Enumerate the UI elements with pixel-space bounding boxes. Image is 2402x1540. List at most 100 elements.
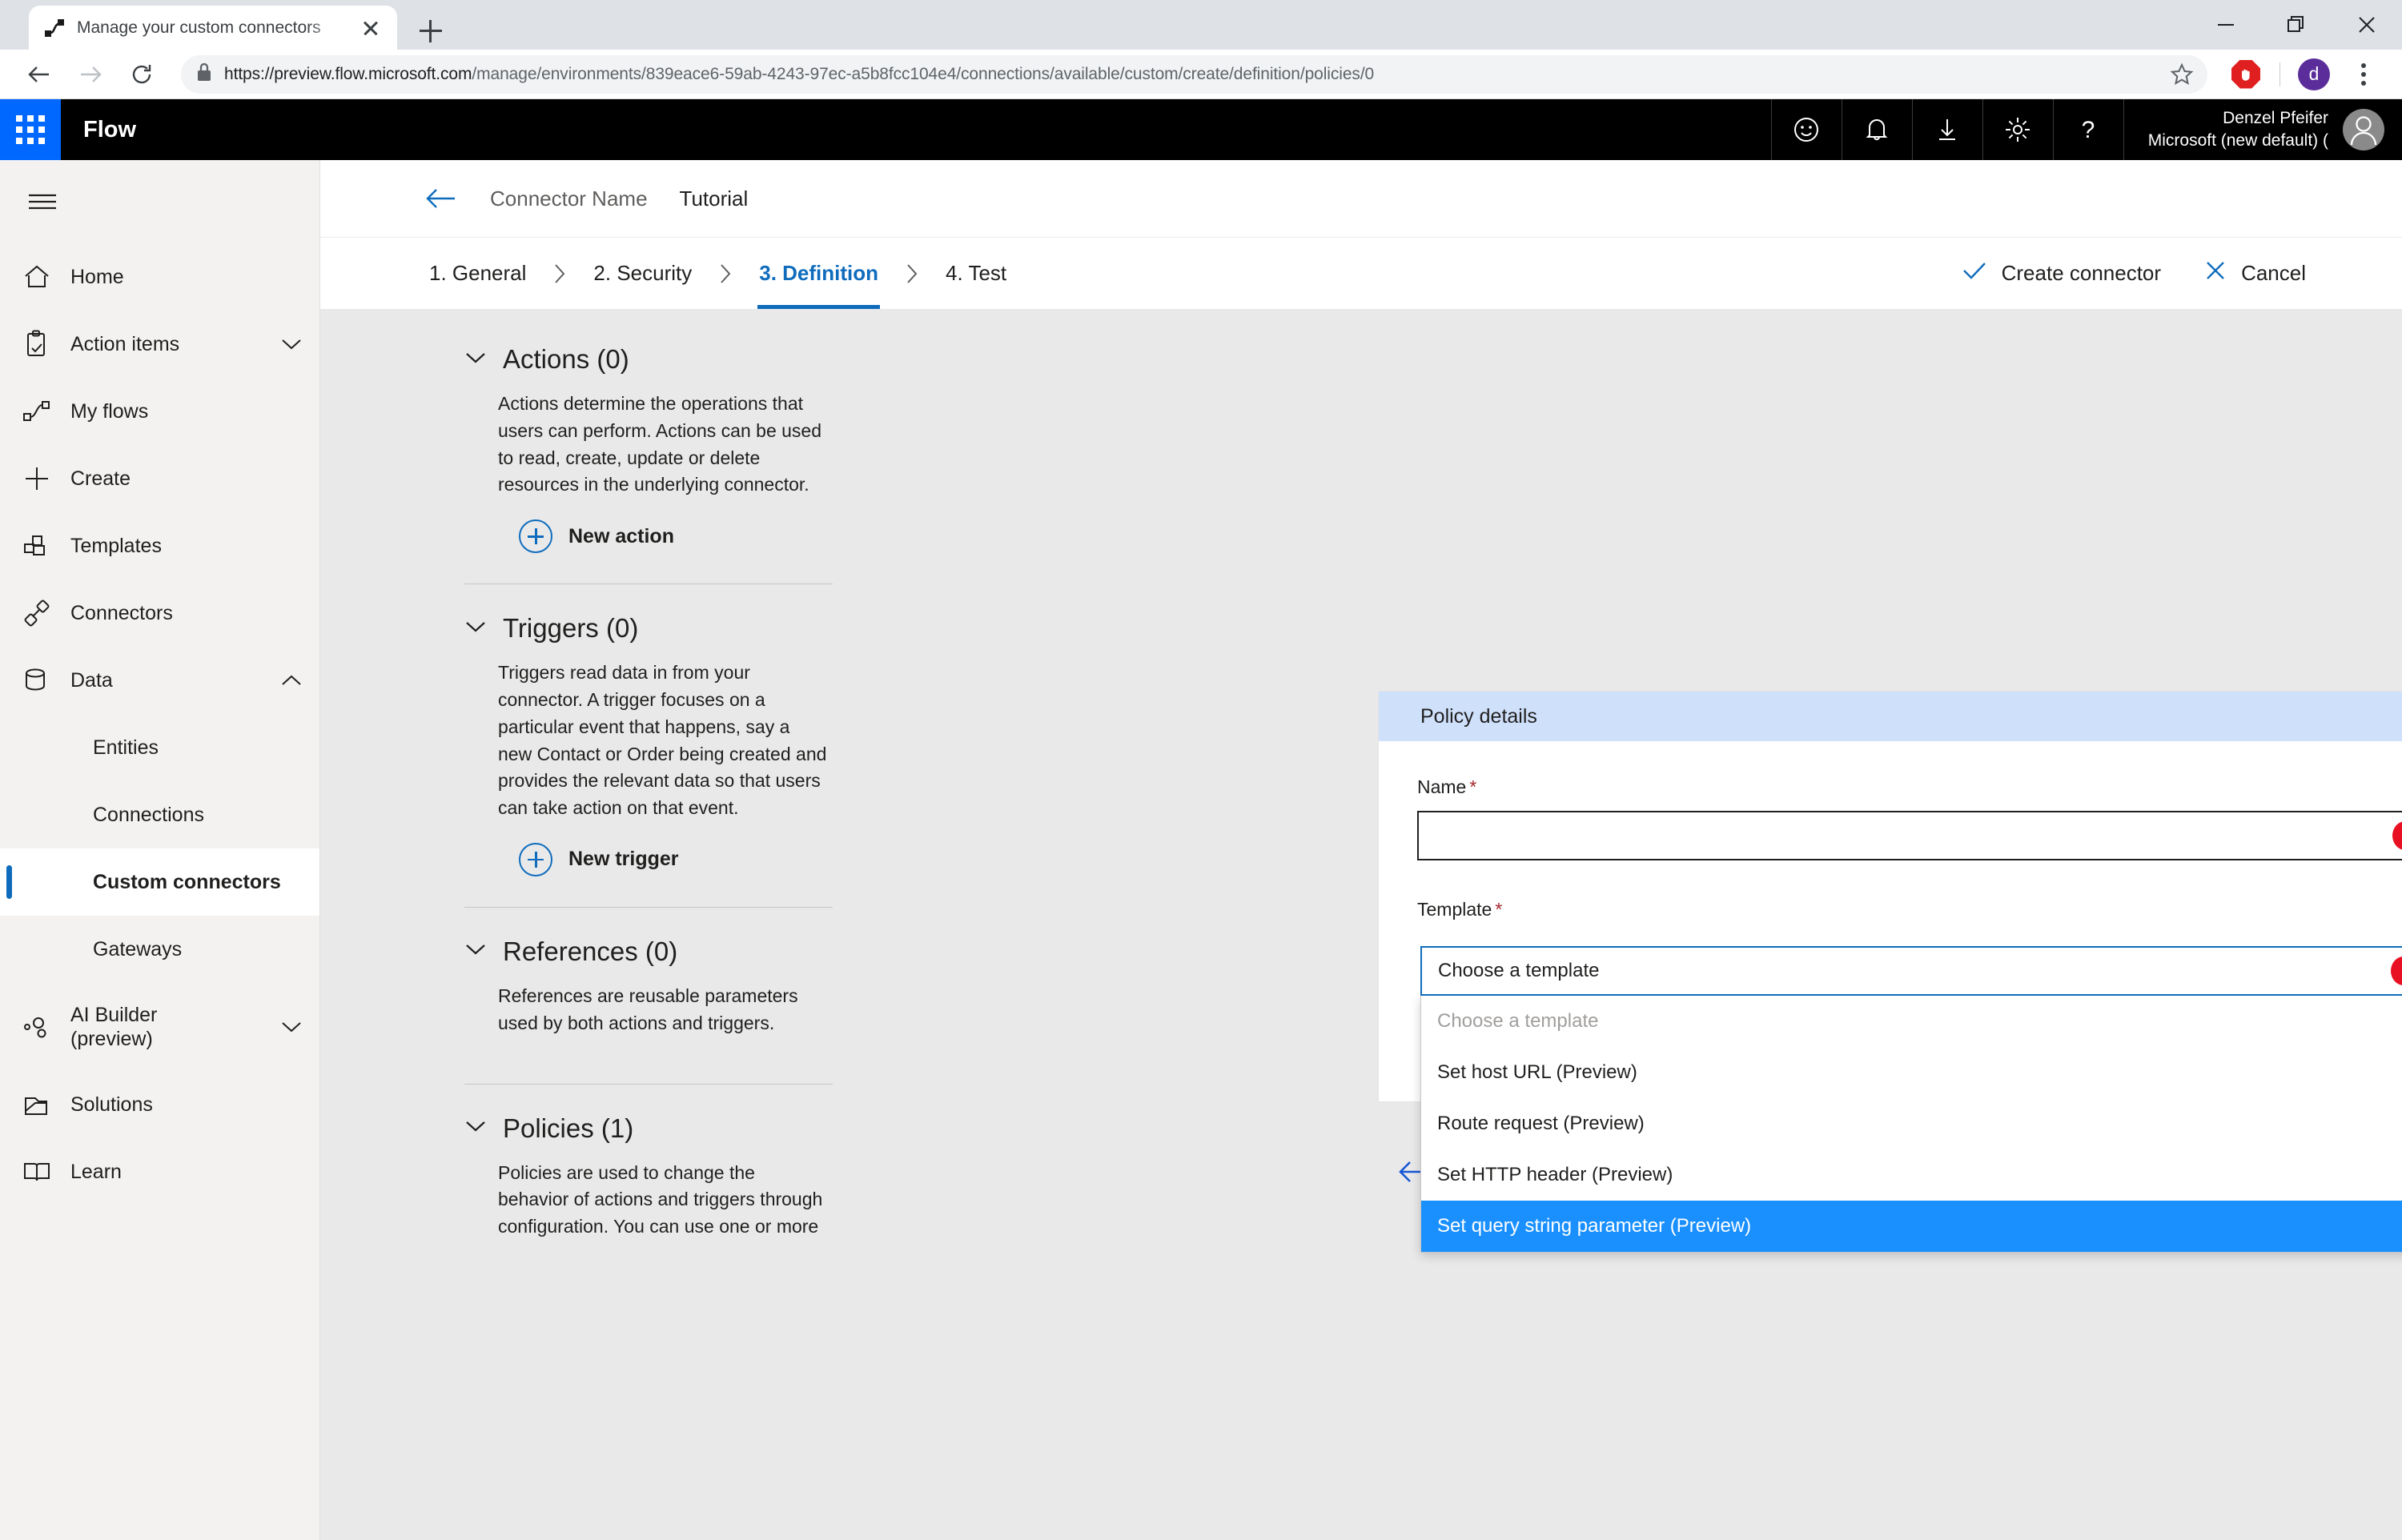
chevron-down-icon[interactable]	[281, 1016, 302, 1039]
section-policies: Policies (1) Policies are used to change…	[464, 1085, 833, 1241]
chevron-down-icon[interactable]	[281, 333, 302, 356]
tab-security[interactable]: 2. Security	[588, 238, 697, 310]
sidebar-item-solutions[interactable]: Solutions	[0, 1071, 319, 1138]
cancel-button[interactable]: Cancel	[2204, 259, 2306, 287]
section-actions-header[interactable]: Actions (0)	[464, 344, 833, 375]
checkmark-icon	[1962, 260, 1987, 287]
settings-gear-icon[interactable]	[1982, 99, 2053, 160]
template-option-set-query-string-parameter[interactable]: Set query string parameter (Preview)	[1421, 1201, 2402, 1252]
sidebar-item-learn[interactable]: Learn	[0, 1138, 319, 1205]
sidebar-item-create[interactable]: Create	[0, 445, 319, 512]
error-exclamation-icon: !	[2391, 956, 2402, 985]
chevron-down-icon[interactable]	[464, 1119, 487, 1137]
arrow-right-icon[interactable]	[69, 53, 112, 96]
adblock-hand-icon[interactable]	[2225, 54, 2267, 95]
address-bar[interactable]: https://preview.flow.microsoft.com/manag…	[181, 54, 2207, 94]
chevron-down-icon[interactable]	[464, 351, 487, 369]
chevron-down-icon[interactable]	[464, 942, 487, 960]
user-avatar-icon[interactable]	[2343, 109, 2384, 150]
download-icon[interactable]	[1911, 99, 1982, 160]
sidebar-item-label: Solutions	[70, 1093, 153, 1116]
breadcrumb-connector-name[interactable]: Connector Name	[490, 186, 648, 211]
close-x-icon	[2204, 259, 2227, 287]
svg-text:?: ?	[2082, 117, 2095, 143]
template-option-set-host-url[interactable]: Set host URL (Preview)	[1421, 1047, 2402, 1098]
wizard-commands: Create connector Cancel	[1962, 259, 2306, 287]
help-question-icon[interactable]: ?	[2052, 99, 2123, 160]
section-title: Actions (0)	[503, 344, 629, 374]
chevron-right-icon	[883, 263, 941, 284]
sidebar-item-label: Data	[70, 668, 113, 692]
section-title: Triggers (0)	[503, 613, 639, 644]
cancel-label: Cancel	[2241, 261, 2306, 285]
sidebar-item-label: Connections	[93, 803, 204, 826]
brand-title[interactable]: Flow	[61, 99, 159, 160]
sidebar-item-gateways[interactable]: Gateways	[0, 916, 319, 983]
tab-general[interactable]: 1. General	[424, 238, 531, 310]
sidebar-item-data[interactable]: Data	[0, 647, 319, 714]
user-name: Denzel Pfeifer	[2223, 108, 2328, 127]
sidebar-item-custom-connectors[interactable]: Custom connectors	[0, 848, 319, 916]
app-launcher-waffle-icon[interactable]	[0, 99, 61, 160]
feedback-smiley-icon[interactable]	[1770, 99, 1842, 160]
sidebar-item-home[interactable]: Home	[0, 243, 319, 311]
bookmark-star-icon[interactable]	[2164, 57, 2199, 92]
profile-avatar-button[interactable]: d	[2293, 54, 2335, 95]
new-action-button[interactable]: New action	[464, 519, 833, 554]
hamburger-menu-icon[interactable]	[0, 160, 319, 243]
database-icon	[22, 667, 70, 694]
required-marker: *	[1469, 776, 1477, 797]
sidebar-item-ai-builder[interactable]: AI Builder (preview)	[0, 983, 319, 1071]
section-title: Policies (1)	[503, 1113, 634, 1143]
arrow-left-icon[interactable]	[18, 53, 61, 96]
breadcrumb: Connector Name Tutorial	[320, 160, 2402, 237]
home-icon	[22, 263, 70, 291]
tab-test[interactable]: 4. Test	[941, 238, 1011, 310]
sidebar-item-action-items[interactable]: Action items	[0, 311, 319, 378]
sidebar-item-templates[interactable]: Templates	[0, 512, 319, 580]
breadcrumb-page[interactable]: Tutorial	[680, 186, 749, 211]
reload-icon[interactable]	[120, 53, 163, 96]
section-triggers-header[interactable]: Triggers (0)	[464, 613, 833, 644]
chevron-up-icon[interactable]	[281, 669, 302, 692]
window-controls	[2191, 0, 2402, 50]
template-field-label: Template *	[1417, 899, 2402, 920]
sidebar-item-connectors[interactable]: Connectors	[0, 580, 319, 647]
lock-icon	[195, 62, 213, 86]
browser-tab[interactable]: Manage your custom connectors	[29, 6, 397, 50]
sidebar-item-label: Templates	[70, 534, 162, 557]
plus-icon[interactable]	[408, 11, 453, 50]
user-org: Microsoft (new default) (	[2147, 131, 2328, 150]
browser-tab-title: Manage your custom connectors	[77, 18, 321, 37]
template-option-placeholder[interactable]: Choose a template	[1421, 996, 2402, 1047]
new-trigger-button[interactable]: New trigger	[464, 842, 833, 876]
name-field-label: Name *	[1417, 776, 2402, 798]
sidebar-item-entities[interactable]: Entities	[0, 714, 319, 781]
profile-initial: d	[2298, 58, 2330, 90]
close-icon[interactable]	[359, 16, 383, 40]
section-policies-header[interactable]: Policies (1)	[464, 1113, 833, 1144]
definition-column: Actions (0) Actions determine the operat…	[464, 344, 833, 1540]
minimize-icon[interactable]	[2191, 0, 2261, 50]
template-select[interactable]: Choose a template !	[1420, 946, 2402, 996]
sidebar-item-connections[interactable]: Connections	[0, 781, 319, 848]
notifications-bell-icon[interactable]	[1841, 99, 1912, 160]
template-option-set-http-header[interactable]: Set HTTP header (Preview)	[1421, 1149, 2402, 1201]
restore-icon[interactable]	[2261, 0, 2332, 50]
kebab-menu-icon[interactable]	[2343, 54, 2384, 95]
sidebar-item-my-flows[interactable]: My flows	[0, 378, 319, 445]
window-close-icon[interactable]	[2332, 0, 2402, 50]
chevron-down-icon[interactable]	[464, 620, 487, 638]
templates-icon	[22, 533, 70, 559]
sidebar-item-label: Learn	[70, 1160, 122, 1183]
arrow-left-icon[interactable]	[424, 186, 458, 211]
section-references-header[interactable]: References (0)	[464, 936, 833, 967]
template-option-route-request[interactable]: Route request (Preview)	[1421, 1098, 2402, 1149]
browser-titlebar: Manage your custom connectors	[0, 0, 2402, 50]
create-connector-button[interactable]: Create connector	[1962, 260, 2161, 287]
sidebar-item-label: Connectors	[70, 601, 173, 624]
tab-definition[interactable]: 3. Definition	[754, 238, 883, 310]
name-input[interactable]: !	[1417, 811, 2402, 860]
sidebar-item-label: Custom connectors	[93, 870, 281, 893]
user-account-block[interactable]: Denzel Pfeifer Microsoft (new default) (	[2123, 99, 2402, 160]
